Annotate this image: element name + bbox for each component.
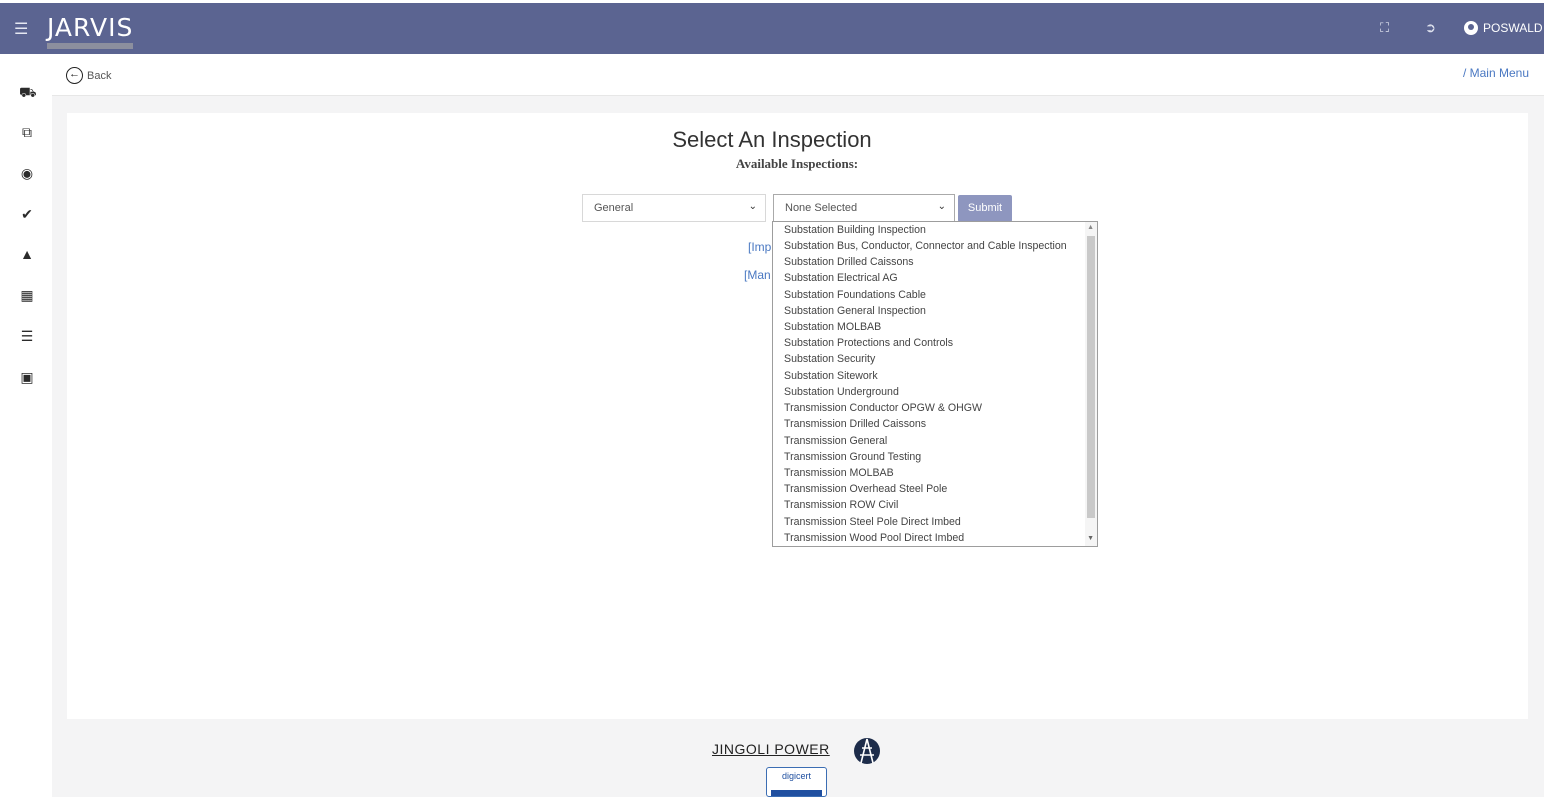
dropdown-option[interactable]: Transmission Overhead Steel Pole: [784, 483, 947, 499]
dropdown-option[interactable]: Transmission ROW Civil: [784, 499, 898, 515]
table-icon[interactable]: ▦: [19, 287, 35, 303]
list-icon[interactable]: ☰: [19, 328, 35, 344]
page-subtitle: Available Inspections:: [735, 156, 859, 171]
dropdown-scrollbar[interactable]: ▲ ▼: [1085, 222, 1097, 546]
dropdown-option[interactable]: Substation Protections and Controls: [784, 337, 953, 353]
scroll-down-icon[interactable]: ▼: [1087, 535, 1094, 542]
back-arrow-icon: ←: [66, 67, 83, 84]
scroll-up-icon[interactable]: ▲: [1087, 224, 1094, 231]
import-link[interactable]: [Imp: [748, 240, 771, 254]
chevron-down-icon: ⌄: [748, 201, 757, 212]
top-navbar: ☰ JARVIS ⛶ ➲ POSWALD: [0, 3, 1544, 54]
app-logo[interactable]: JARVIS: [47, 13, 133, 42]
digicert-bar: [771, 790, 822, 796]
dropdown-option[interactable]: Substation Sitework: [784, 370, 878, 386]
dropdown-option[interactable]: Transmission Conductor OPGW & OHGW: [784, 402, 982, 418]
user-menu[interactable]: POSWALD: [1464, 21, 1543, 35]
sub-header: [52, 54, 1544, 96]
dropdown-option[interactable]: Substation MOLBAB: [784, 321, 881, 337]
back-button[interactable]: ← Back: [66, 67, 111, 84]
dropdown-option[interactable]: Transmission Ground Testing: [784, 451, 921, 467]
dropdown-option[interactable]: Substation Foundations Cable: [784, 289, 926, 305]
digicert-badge[interactable]: digicert: [766, 767, 827, 797]
dropdown-option[interactable]: Substation Drilled Caissons: [784, 256, 914, 272]
category-select[interactable]: General ⌄: [582, 194, 766, 222]
dropdown-option[interactable]: Transmission Steel Pole Direct Imbed: [784, 516, 961, 532]
globe-tower-logo-icon: [854, 738, 880, 764]
inspection-select[interactable]: None Selected ⌄: [773, 194, 955, 222]
hamburger-menu-icon[interactable]: ☰: [14, 19, 28, 39]
dropdown-option[interactable]: Transmission Drilled Caissons: [784, 418, 926, 434]
dropdown-option[interactable]: Substation Underground: [784, 386, 899, 402]
inspection-select-value: None Selected: [785, 202, 858, 214]
truck-icon[interactable]: ⛟: [19, 84, 37, 100]
lock-icon[interactable]: ▲: [19, 246, 35, 262]
dropdown-option[interactable]: Substation Security: [784, 353, 875, 369]
dropdown-option[interactable]: Substation General Inspection: [784, 305, 926, 321]
dropdown-option[interactable]: Transmission Wood Pool Direct Imbed: [784, 532, 964, 546]
check-icon[interactable]: ✔: [19, 206, 35, 222]
manage-link[interactable]: [Man: [744, 268, 771, 282]
dropdown-option[interactable]: Substation Bus, Conductor, Connector and…: [784, 240, 1067, 256]
user-avatar-icon: [1464, 21, 1478, 35]
logout-icon[interactable]: ➲: [1425, 20, 1436, 36]
logo-underline: [47, 43, 133, 49]
scrollbar-thumb[interactable]: [1087, 236, 1095, 518]
category-select-value: General: [594, 202, 634, 214]
submit-button[interactable]: Submit: [958, 195, 1012, 222]
chevron-down-icon: ⌄: [937, 201, 946, 212]
breadcrumb-main-menu[interactable]: / Main Menu: [1463, 66, 1529, 80]
dropdown-option[interactable]: Transmission MOLBAB: [784, 467, 894, 483]
fullscreen-icon[interactable]: ⛶: [1380, 20, 1389, 36]
user-name: POSWALD: [1483, 21, 1543, 35]
digicert-label: digicert: [781, 771, 811, 781]
dropdown-option[interactable]: Substation Electrical AG: [784, 272, 898, 288]
page-title: Select An Inspection: [672, 127, 872, 152]
dropdown-option[interactable]: Substation Building Inspection: [784, 224, 926, 240]
id-card-icon[interactable]: ▣: [19, 369, 35, 385]
back-label: Back: [87, 69, 112, 82]
inspection-dropdown-list[interactable]: Substation Building Inspection Substatio…: [772, 221, 1098, 547]
company-logo: JINGOLI POWER: [712, 741, 830, 757]
dropdown-option[interactable]: Transmission General: [784, 435, 887, 451]
